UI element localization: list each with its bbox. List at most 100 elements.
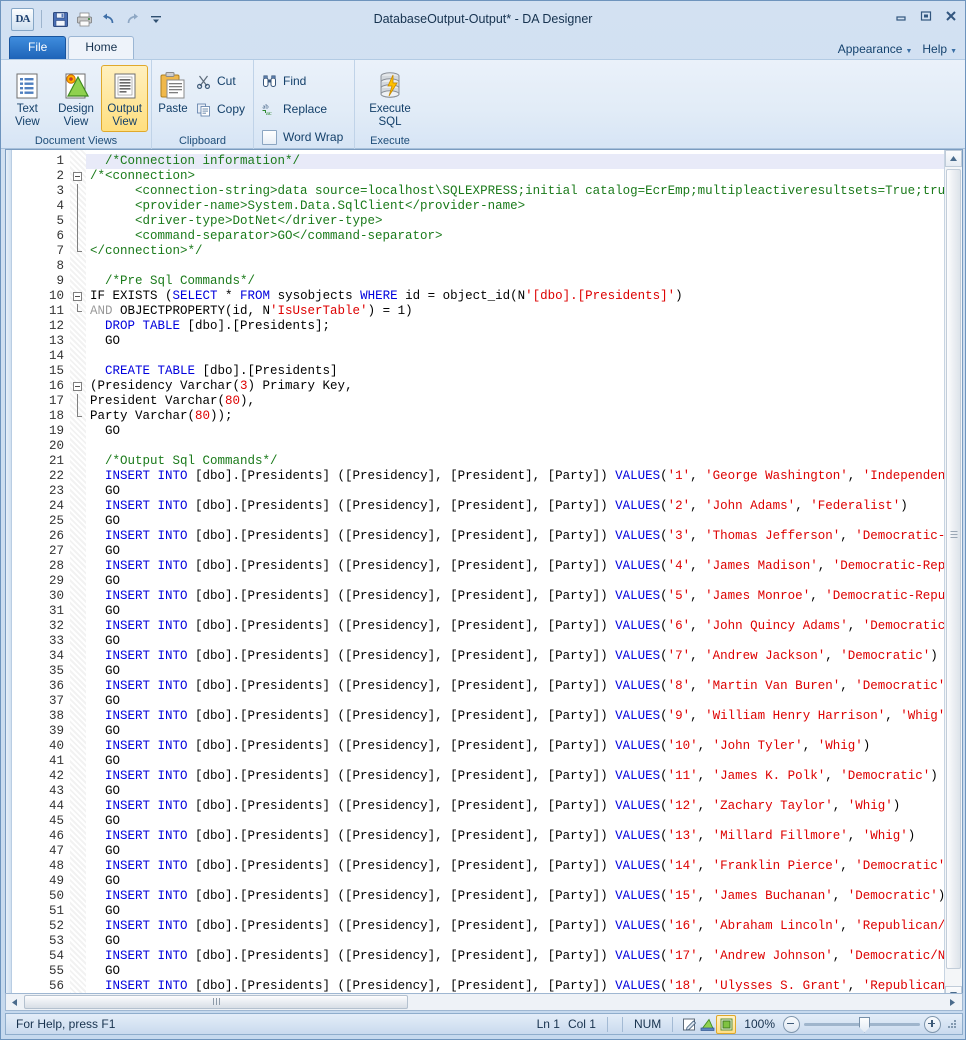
code-line[interactable]: INSERT INTO [dbo].[Presidents] ([Preside…	[86, 859, 962, 874]
code-line[interactable]: GO	[86, 694, 962, 709]
code-line[interactable]: /*<connection>	[86, 169, 962, 184]
fold-marker[interactable]	[70, 169, 86, 184]
design-mode-icon[interactable]	[698, 1016, 716, 1033]
code-line[interactable]: INSERT INTO [dbo].[Presidents] ([Preside…	[86, 469, 962, 484]
zoom-slider-track[interactable]	[804, 1016, 920, 1033]
zoom-slider-handle[interactable]	[859, 1016, 870, 1033]
code-line[interactable]: INSERT INTO [dbo].[Presidents] ([Preside…	[86, 499, 962, 514]
code-line[interactable]	[86, 349, 962, 364]
code-line[interactable]: INSERT INTO [dbo].[Presidents] ([Preside…	[86, 709, 962, 724]
app-icon[interactable]: DA	[11, 7, 34, 31]
resize-grip[interactable]	[946, 1018, 958, 1030]
code-line[interactable]: INSERT INTO [dbo].[Presidents] ([Preside…	[86, 529, 962, 544]
code-line[interactable]: President Varchar(80),	[86, 394, 962, 409]
copy-button[interactable]: Copy	[191, 95, 252, 123]
design-view-button[interactable]: Design View	[53, 65, 100, 132]
code-line[interactable]	[86, 259, 962, 274]
code-line[interactable]: DROP TABLE [dbo].[Presidents];	[86, 319, 962, 334]
find-button[interactable]: Find	[257, 67, 350, 95]
cut-button[interactable]: Cut	[191, 67, 252, 95]
code-text-area[interactable]: /*Connection information*//*<connection>…	[86, 150, 962, 1003]
execute-sql-button[interactable]: Execute SQL	[359, 65, 421, 132]
code-line[interactable]: GO	[86, 934, 962, 949]
zoom-in-button[interactable]	[924, 1015, 941, 1033]
undo-icon[interactable]	[97, 8, 119, 30]
scroll-right-button[interactable]	[944, 994, 961, 1010]
scroll-left-button[interactable]	[6, 994, 23, 1010]
text-view-button[interactable]: Text View	[4, 65, 51, 132]
code-line[interactable]: GO	[86, 514, 962, 529]
code-line[interactable]: GO	[86, 604, 962, 619]
code-line[interactable]: GO	[86, 814, 962, 829]
vertical-scroll-thumb[interactable]	[946, 169, 961, 969]
code-line[interactable]: AND OBJECTPROPERTY(id, N'IsUserTable') =…	[86, 304, 962, 319]
code-line[interactable]: <command-separator>GO</command-separator…	[86, 229, 962, 244]
code-line[interactable]: GO	[86, 844, 962, 859]
output-mode-icon[interactable]	[716, 1014, 737, 1034]
editor-vertical-scrollbar[interactable]	[944, 150, 962, 1003]
tab-home[interactable]: Home	[68, 36, 135, 59]
code-line[interactable]: GO	[86, 964, 962, 979]
code-line[interactable]: INSERT INTO [dbo].[Presidents] ([Preside…	[86, 619, 962, 634]
code-editor[interactable]: 1 2 3 4 5 6 7 8 9 10 11 12 13 14 15 16 17 18 19 20 21 22 23 24 2…	[5, 149, 963, 1004]
code-line[interactable]	[86, 439, 962, 454]
tab-file[interactable]: File	[9, 36, 67, 59]
code-line[interactable]: INSERT INTO [dbo].[Presidents] ([Preside…	[86, 889, 962, 904]
editor-horizontal-scrollbar[interactable]	[5, 993, 963, 1011]
scroll-up-button[interactable]	[945, 150, 962, 167]
code-line[interactable]: <provider-name>System.Data.SqlClient</pr…	[86, 199, 962, 214]
code-line[interactable]: CREATE TABLE [dbo].[Presidents]	[86, 364, 962, 379]
output-view-button[interactable]: Output View	[101, 65, 149, 132]
code-line[interactable]: </connection>*/	[86, 244, 962, 259]
code-line[interactable]: /*Output Sql Commands*/	[86, 454, 962, 469]
code-line[interactable]: INSERT INTO [dbo].[Presidents] ([Preside…	[86, 829, 962, 844]
code-line[interactable]: GO	[86, 634, 962, 649]
code-line[interactable]: <driver-type>DotNet</driver-type>	[86, 214, 962, 229]
print-icon[interactable]	[73, 8, 95, 30]
code-line[interactable]: GO	[86, 424, 962, 439]
restore-button[interactable]	[918, 9, 934, 23]
fold-marker[interactable]	[70, 289, 86, 304]
redo-icon[interactable]	[121, 8, 143, 30]
code-line[interactable]: GO	[86, 484, 962, 499]
code-line[interactable]: INSERT INTO [dbo].[Presidents] ([Preside…	[86, 559, 962, 574]
code-line[interactable]: GO	[86, 904, 962, 919]
code-line[interactable]: GO	[86, 874, 962, 889]
code-line[interactable]: INSERT INTO [dbo].[Presidents] ([Preside…	[86, 799, 962, 814]
menu-appearance[interactable]: Appearance ▼	[838, 42, 913, 56]
code-line[interactable]: GO	[86, 574, 962, 589]
minimize-button[interactable]	[893, 9, 909, 23]
close-button[interactable]	[943, 9, 959, 23]
code-line[interactable]: /*Connection information*/	[86, 154, 962, 169]
code-line[interactable]: (Presidency Varchar(3) Primary Key,	[86, 379, 962, 394]
code-line[interactable]: INSERT INTO [dbo].[Presidents] ([Preside…	[86, 979, 962, 994]
code-line[interactable]: GO	[86, 334, 962, 349]
code-line[interactable]: IF EXISTS (SELECT * FROM sysobjects WHER…	[86, 289, 962, 304]
horizontal-scroll-thumb[interactable]	[24, 995, 408, 1009]
fold-marker[interactable]	[70, 379, 86, 394]
menu-help[interactable]: Help ▼	[922, 42, 957, 56]
code-line[interactable]: INSERT INTO [dbo].[Presidents] ([Preside…	[86, 949, 962, 964]
code-line[interactable]: GO	[86, 784, 962, 799]
code-line[interactable]: GO	[86, 544, 962, 559]
code-line[interactable]: /*Pre Sql Commands*/	[86, 274, 962, 289]
customize-qat-icon[interactable]	[145, 8, 167, 30]
edit-mode-icon[interactable]	[680, 1016, 698, 1033]
code-line[interactable]: INSERT INTO [dbo].[Presidents] ([Preside…	[86, 589, 962, 604]
code-line[interactable]: Party Varchar(80));	[86, 409, 962, 424]
code-line[interactable]: GO	[86, 754, 962, 769]
code-line[interactable]: INSERT INTO [dbo].[Presidents] ([Preside…	[86, 679, 962, 694]
code-line[interactable]: INSERT INTO [dbo].[Presidents] ([Preside…	[86, 919, 962, 934]
code-line[interactable]: <connection-string>data source=localhost…	[86, 184, 962, 199]
word-wrap-checkbox[interactable]: Word Wrap	[257, 123, 350, 151]
code-line[interactable]: GO	[86, 724, 962, 739]
code-line[interactable]: INSERT INTO [dbo].[Presidents] ([Preside…	[86, 769, 962, 784]
code-line[interactable]: INSERT INTO [dbo].[Presidents] ([Preside…	[86, 649, 962, 664]
code-line[interactable]: INSERT INTO [dbo].[Presidents] ([Preside…	[86, 739, 962, 754]
code-folding-margin[interactable]	[70, 150, 86, 1003]
replace-button[interactable]: ab ac Replace	[257, 95, 350, 123]
zoom-out-button[interactable]	[783, 1015, 800, 1033]
code-line[interactable]: GO	[86, 664, 962, 679]
save-icon[interactable]	[49, 8, 71, 30]
paste-button[interactable]: Paste	[155, 65, 191, 119]
